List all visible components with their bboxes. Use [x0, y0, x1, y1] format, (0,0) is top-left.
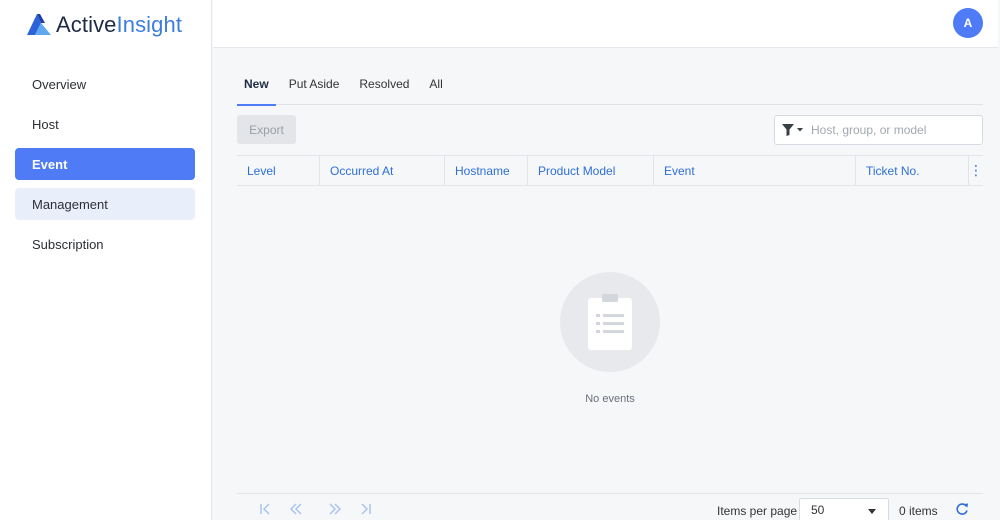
- sidebar: ActiveInsight Overview Host Event Manage…: [0, 0, 212, 520]
- next-page-icon[interactable]: [328, 502, 342, 516]
- previous-page-icon[interactable]: [289, 502, 303, 516]
- chevron-down-icon: [868, 509, 876, 514]
- empty-state-illustration: [560, 272, 660, 372]
- brand-logo[interactable]: ActiveInsight: [26, 10, 182, 40]
- column-header-product-model[interactable]: Product Model: [528, 156, 654, 185]
- sidebar-item-label: Event: [32, 156, 68, 172]
- column-header-hostname[interactable]: Hostname: [445, 156, 528, 185]
- item-count: 0 items: [899, 504, 938, 518]
- sidebar-item-event[interactable]: Event: [15, 148, 195, 180]
- refresh-icon[interactable]: [955, 502, 969, 516]
- clipboard-icon: [588, 294, 632, 350]
- tab-new[interactable]: New: [237, 70, 276, 106]
- search-input[interactable]: [811, 123, 971, 137]
- brand-name-part2: Insight: [116, 12, 183, 37]
- sidebar-item-label: Subscription: [32, 236, 104, 252]
- column-settings-kebab-icon[interactable]: ⋮: [969, 156, 983, 185]
- items-per-page-label: Items per page: [717, 504, 798, 518]
- top-bar: A: [213, 0, 998, 48]
- export-button[interactable]: Export: [237, 115, 296, 144]
- event-table-header: Level Occurred At Hostname Product Model…: [237, 155, 983, 186]
- first-page-icon[interactable]: [259, 502, 273, 516]
- sidebar-item-subscription[interactable]: Subscription: [15, 228, 195, 260]
- brand-logo-icon: [27, 14, 51, 35]
- last-page-icon[interactable]: [358, 502, 372, 516]
- empty-state-text: No events: [585, 393, 635, 405]
- column-header-occurred-at[interactable]: Occurred At: [320, 156, 445, 185]
- avatar[interactable]: A: [953, 8, 983, 38]
- column-header-level[interactable]: Level: [237, 156, 320, 185]
- sidebar-item-overview[interactable]: Overview: [15, 68, 195, 100]
- sidebar-nav: Overview Host Event Management Subscript…: [15, 68, 195, 268]
- event-tabs: New Put Aside Resolved All: [237, 70, 983, 106]
- filter-icon: [782, 124, 803, 136]
- search-box: [774, 115, 983, 145]
- column-header-event[interactable]: Event: [654, 156, 856, 185]
- sidebar-item-label: Overview: [32, 76, 87, 92]
- items-per-page-select[interactable]: 50: [799, 498, 889, 520]
- brand-name-part1: Active: [56, 12, 117, 37]
- tab-resolved[interactable]: Resolved: [352, 70, 416, 105]
- sidebar-item-management[interactable]: Management: [15, 188, 195, 220]
- sidebar-item-host[interactable]: Host: [15, 108, 195, 140]
- sidebar-item-label: Host: [32, 116, 59, 132]
- pagination-bar: Items per page 50 0 items: [237, 493, 983, 520]
- items-per-page-value: 50: [811, 503, 825, 517]
- filter-dropdown-button[interactable]: [775, 116, 811, 144]
- sidebar-item-label: Management: [32, 196, 108, 212]
- tab-put-aside[interactable]: Put Aside: [282, 70, 347, 105]
- tab-all[interactable]: All: [422, 70, 449, 105]
- column-header-ticket-no[interactable]: Ticket No.: [856, 156, 969, 185]
